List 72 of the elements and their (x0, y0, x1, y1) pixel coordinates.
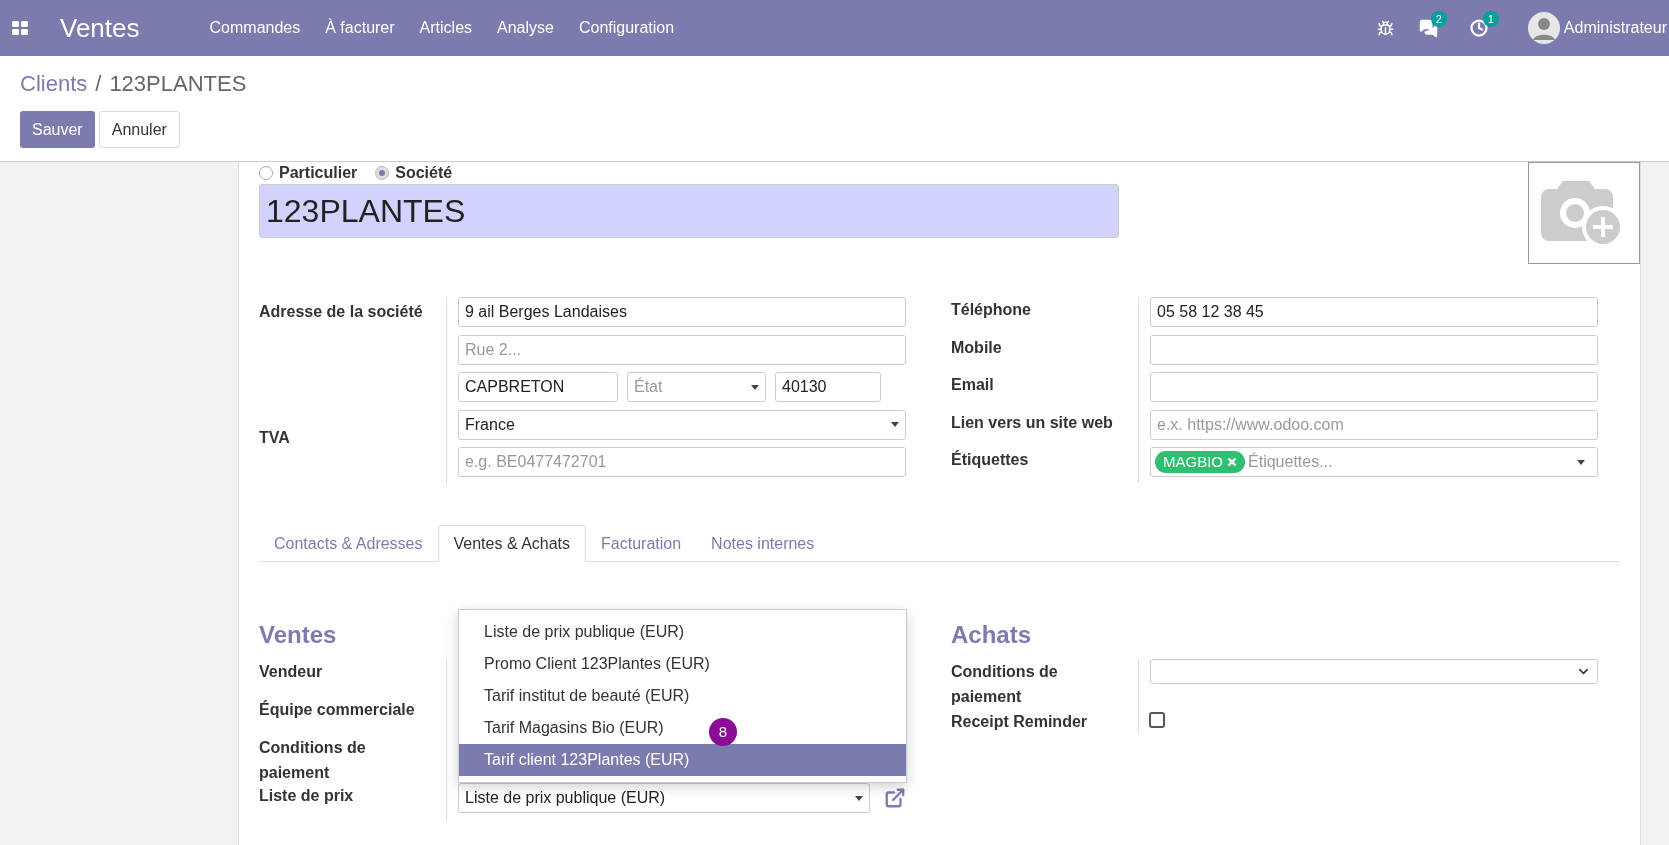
step-badge: 8 (709, 718, 737, 746)
country-select[interactable]: France (458, 409, 906, 440)
state-select[interactable]: État (627, 372, 766, 402)
tab[interactable]: Notes internes (696, 525, 830, 562)
app-title[interactable]: Ventes (60, 8, 140, 48)
save-button[interactable]: Sauver (20, 111, 95, 148)
caret-icon (751, 384, 759, 390)
tab[interactable]: Facturation (586, 525, 697, 562)
dropdown-option[interactable]: Tarif Magasins Bio (EUR) (459, 712, 668, 744)
field-label: Adresse de la société (259, 302, 424, 322)
cancel-button[interactable]: Annuler (98, 111, 180, 148)
field-label: Email (951, 375, 994, 395)
city-field[interactable]: CAPBRETON (458, 372, 618, 402)
radio-label: Société (395, 163, 453, 183)
section-title: Achats (951, 621, 1032, 649)
text-field[interactable]: e.x. https://www.odoo.com (1150, 409, 1598, 440)
radio-button[interactable] (259, 166, 273, 180)
caret-icon (855, 795, 864, 801)
field-label: Vendeur (259, 662, 324, 682)
zip-field[interactable]: 40130 (775, 372, 881, 402)
dropdown-option[interactable]: Tarif institut de beauté (EUR) (459, 680, 694, 712)
receipt-reminder-checkbox[interactable] (1149, 712, 1165, 728)
text-field[interactable] (1150, 334, 1598, 365)
field-label: Mobile (951, 337, 1002, 358)
dropdown-option[interactable]: Promo Client 123Plantes (EUR) (459, 648, 714, 680)
tags-field[interactable]: MAGBIO Étiquettes... (1150, 447, 1598, 477)
field-label: Liste de prix (259, 786, 355, 806)
caret-icon (1577, 459, 1585, 465)
caret-icon (891, 422, 899, 427)
pricelist-select[interactable]: Liste de prix publique (EUR) (458, 783, 871, 813)
dropdown-option[interactable]: Liste de prix publique (EUR) (459, 616, 689, 648)
field-label: Lien vers un site web (951, 412, 1113, 433)
nav-menu-item[interactable]: Analyse (497, 16, 554, 40)
nav-menu-item[interactable]: Commandes (209, 16, 301, 40)
activity-icon[interactable] (1469, 19, 1488, 37)
messages-icon[interactable] (1418, 18, 1438, 38)
apps-menu-icon[interactable] (12, 21, 28, 35)
debug-icon[interactable] (1376, 19, 1394, 37)
radio-button[interactable] (375, 166, 390, 180)
field-label: Équipe commerciale (259, 699, 416, 720)
external-link-icon[interactable] (884, 786, 906, 810)
tag-chip[interactable]: MAGBIO (1155, 451, 1245, 473)
street-field[interactable]: 9 ail Berges Landaises (458, 297, 906, 327)
breadcrumb-current: 123PLANTES (109, 70, 247, 98)
tab[interactable]: Contacts & Adresses (259, 525, 438, 562)
field-label: Conditions de paiement (951, 662, 1059, 707)
breadcrumb-link[interactable]: Clients (20, 67, 88, 100)
text-field[interactable]: 05 58 12 38 45 (1150, 297, 1598, 327)
field-label: Téléphone (951, 300, 1031, 320)
photo-placeholder[interactable] (1528, 162, 1640, 264)
field-label: TVA (259, 428, 291, 448)
field-label: Conditions de paiement (259, 738, 367, 783)
field-label: Étiquettes (951, 449, 1029, 470)
tab[interactable]: Ventes & Achats (437, 525, 587, 562)
user-name[interactable]: Administrateur (1563, 16, 1669, 40)
vat-field[interactable]: e.g. BE0477472701 (458, 447, 906, 477)
remove-icon[interactable] (1227, 457, 1237, 467)
breadcrumb-separator: / (95, 70, 102, 98)
avatar-icon[interactable] (1527, 12, 1560, 44)
count-badge: 2 (1430, 10, 1447, 27)
dropdown-option[interactable]: Tarif client 123Plantes (EUR) (459, 744, 906, 776)
count-badge: 1 (1482, 11, 1499, 27)
section-title: Ventes (259, 621, 337, 649)
field-label: Receipt Reminder (951, 712, 1089, 732)
nav-menu-item[interactable]: Articles (419, 16, 473, 40)
tags-placeholder: Étiquettes... (1248, 451, 1333, 472)
nav-menu-item[interactable]: À facturer (325, 16, 395, 40)
nav-menu-item[interactable]: Configuration (578, 16, 675, 40)
radio-label: Particulier (279, 163, 358, 183)
street2-field[interactable]: Rue 2... (458, 334, 906, 365)
text-field[interactable] (1150, 372, 1598, 402)
name-field[interactable]: 123PLANTES (259, 184, 1119, 238)
